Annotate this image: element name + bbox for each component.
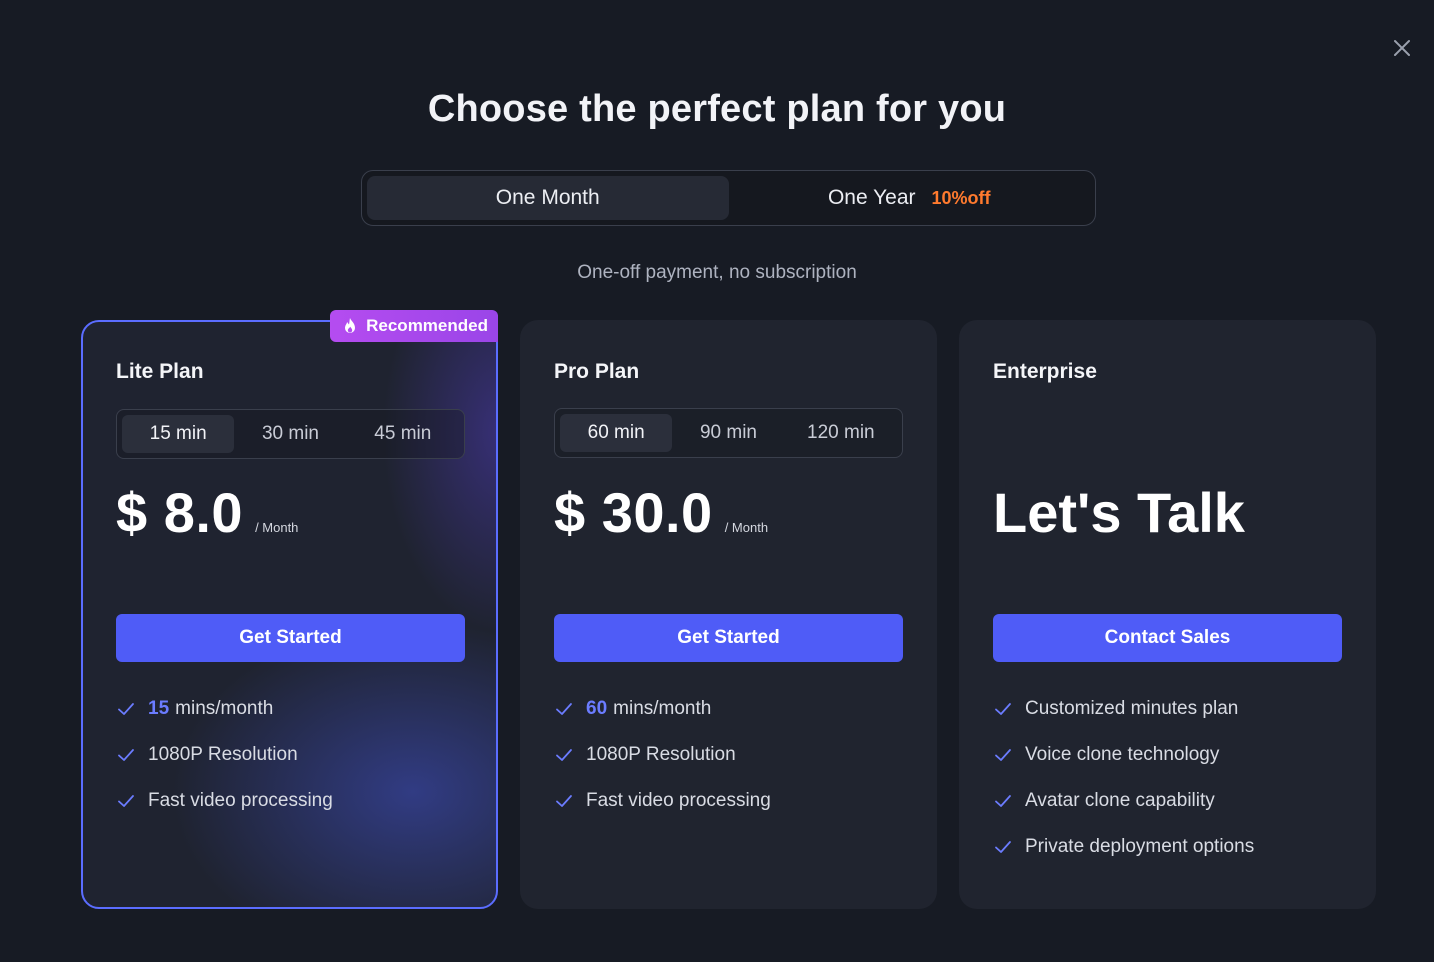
- minutes-selector: 15 min 30 min 45 min: [116, 409, 465, 459]
- price-row: $ 8.0 / Month: [116, 480, 298, 545]
- tab-one-year-label: One Year: [827, 186, 916, 209]
- tab-one-year[interactable]: One Year 10%off: [729, 176, 1091, 220]
- feature-text: 1080P Resolution: [586, 744, 736, 765]
- feature-item: Voice clone technology: [993, 732, 1254, 778]
- feature-text: Customized minutes plan: [1025, 698, 1239, 719]
- price: $ 8.0: [116, 481, 244, 544]
- feature-list: Customized minutes plan Voice clone tech…: [993, 686, 1254, 870]
- feature-item: Avatar clone capability: [993, 778, 1254, 824]
- minutes-selector: 60 min 90 min 120 min: [554, 408, 903, 458]
- get-started-button[interactable]: Get Started: [116, 614, 465, 662]
- feature-item: 15 mins/month: [116, 686, 333, 732]
- check-icon: [116, 791, 136, 811]
- billing-period-toggle: One Month One Year 10%off: [361, 170, 1096, 226]
- feature-item: 1080P Resolution: [116, 732, 333, 778]
- pricing-modal: Choose the perfect plan for you One Mont…: [0, 0, 1434, 962]
- check-icon: [993, 791, 1013, 811]
- check-icon: [116, 699, 136, 719]
- price-period: / Month: [724, 520, 769, 535]
- plan-name: Enterprise: [993, 360, 1097, 383]
- feature-text: Fast video processing: [148, 790, 333, 811]
- plan-name: Pro Plan: [554, 360, 640, 383]
- feature-text: mins/month: [175, 698, 274, 719]
- minutes-option-15[interactable]: 15 min: [122, 415, 235, 453]
- check-icon: [554, 791, 574, 811]
- close-icon[interactable]: [1390, 36, 1414, 60]
- feature-text: Voice clone technology: [1025, 744, 1220, 765]
- flame-icon: [345, 318, 356, 333]
- feature-text: Avatar clone capability: [1025, 790, 1215, 811]
- plan-card-lite: Recommended Lite Plan 15 min 30 min 45 m…: [81, 310, 498, 909]
- feature-text: Private deployment options: [1025, 836, 1255, 857]
- recommended-badge-label: Recommended: [366, 316, 488, 335]
- tab-one-month[interactable]: One Month: [367, 176, 729, 220]
- minutes-option-45[interactable]: 45 min: [347, 415, 459, 453]
- plan-card-pro: Pro Plan 60 min 90 min 120 min $ 30.0 / …: [520, 320, 937, 909]
- check-icon: [554, 699, 574, 719]
- contact-sales-button[interactable]: Contact Sales: [993, 614, 1342, 662]
- feature-item: 60 mins/month: [554, 686, 771, 732]
- tab-one-month-label: One Month: [495, 186, 600, 209]
- feature-list: 60 mins/month 1080P Resolution Fast vide…: [554, 686, 771, 824]
- recommended-badge: Recommended: [330, 310, 498, 342]
- plan-name: Lite Plan: [116, 360, 204, 383]
- feature-list: 15 mins/month 1080P Resolution Fast vide…: [116, 686, 333, 824]
- feature-item: Customized minutes plan: [993, 686, 1254, 732]
- check-icon: [116, 745, 136, 765]
- price-period: / Month: [255, 520, 299, 535]
- feature-item: Fast video processing: [554, 778, 771, 824]
- get-started-button[interactable]: Get Started: [554, 614, 903, 662]
- feature-item: Fast video processing: [116, 778, 333, 824]
- minutes-option-30[interactable]: 30 min: [234, 415, 346, 453]
- minutes-option-120[interactable]: 120 min: [785, 414, 897, 452]
- minutes-option-90[interactable]: 90 min: [672, 414, 784, 452]
- plan-card-enterprise: Enterprise Let's Talk Contact Sales Cust…: [959, 320, 1376, 909]
- page-title: Choose the perfect plan for you: [427, 88, 1007, 130]
- feature-text: mins/month: [613, 698, 712, 719]
- price: $ 30.0: [554, 481, 713, 544]
- feature-item: 1080P Resolution: [554, 732, 771, 778]
- feature-highlight: 15: [148, 698, 170, 719]
- feature-item: Private deployment options: [993, 824, 1254, 870]
- feature-text: Fast video processing: [586, 790, 771, 811]
- check-icon: [993, 699, 1013, 719]
- feature-highlight: 60: [586, 698, 608, 719]
- discount-badge: 10%off: [931, 187, 991, 208]
- price-row: $ 30.0 / Month: [554, 480, 768, 545]
- check-icon: [993, 745, 1013, 765]
- minutes-option-60[interactable]: 60 min: [560, 414, 673, 452]
- check-icon: [993, 837, 1013, 857]
- feature-text: 1080P Resolution: [148, 744, 298, 765]
- payment-note: One-off payment, no subscription: [577, 262, 857, 283]
- check-icon: [554, 745, 574, 765]
- enterprise-headline: Let's Talk: [993, 481, 1245, 544]
